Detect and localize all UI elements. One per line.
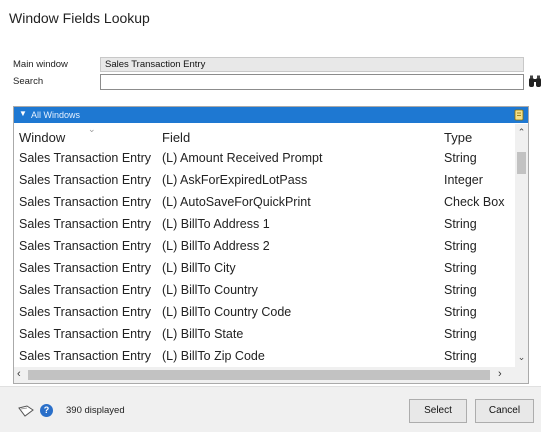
cell-type: Integer <box>444 173 483 187</box>
cell-field: (L) BillTo Zip Code <box>162 349 265 363</box>
cell-window: Sales Transaction Entry <box>19 261 152 275</box>
cell-type: String <box>444 305 477 319</box>
footer-divider <box>0 386 541 387</box>
horizontal-scrollbar[interactable]: ‹ › <box>14 367 528 383</box>
main-window-field: Sales Transaction Entry <box>100 57 524 72</box>
record-count: 390 displayed <box>66 405 125 416</box>
column-header-type[interactable]: Type <box>444 130 472 145</box>
cell-type: String <box>444 151 477 165</box>
table-row[interactable]: Sales Transaction Entry (L) BillTo Addre… <box>14 214 514 236</box>
table-row[interactable]: Sales Transaction Entry (L) BillTo Count… <box>14 302 514 324</box>
cell-window: Sales Transaction Entry <box>19 349 152 363</box>
cell-window: Sales Transaction Entry <box>19 151 152 165</box>
table-row[interactable]: Sales Transaction Entry (L) AskForExpire… <box>14 170 514 192</box>
grid-header: Window ⌄ Field Type <box>14 124 510 148</box>
cell-type: String <box>444 349 477 363</box>
cell-field: (L) AskForExpiredLotPass <box>162 173 308 187</box>
cell-field: (L) BillTo Country <box>162 283 258 297</box>
binoculars-icon[interactable] <box>528 75 541 88</box>
table-row[interactable]: Sales Transaction Entry (L) BillTo Count… <box>14 280 514 302</box>
table-row[interactable]: Sales Transaction Entry (L) Amount Recei… <box>14 148 514 170</box>
cell-field: (L) BillTo City <box>162 261 236 275</box>
scroll-left-icon[interactable]: ‹ <box>17 368 21 380</box>
cell-window: Sales Transaction Entry <box>19 195 152 209</box>
cell-type: Check Box <box>444 195 505 209</box>
table-row[interactable]: Sales Transaction Entry (L) BillTo State… <box>14 324 514 346</box>
cell-type: String <box>444 261 477 275</box>
select-button[interactable]: Select <box>409 399 467 423</box>
cell-window: Sales Transaction Entry <box>19 239 152 253</box>
main-window-label: Main window <box>13 59 68 70</box>
cell-field: (L) Amount Received Prompt <box>162 151 323 165</box>
group-label: All Windows <box>31 110 81 120</box>
help-icon[interactable]: ? <box>40 404 53 417</box>
main-window-row: Main window Sales Transaction Entry <box>13 57 528 73</box>
cell-field: (L) AutoSaveForQuickPrint <box>162 195 311 209</box>
collapse-arrow-icon[interactable]: ▼ <box>19 109 27 118</box>
cell-field: (L) BillTo Address 2 <box>162 239 270 253</box>
title-bar: Window Fields Lookup <box>0 0 541 36</box>
cell-type: String <box>444 239 477 253</box>
window-title: Window Fields Lookup <box>9 10 150 26</box>
table-row[interactable]: Sales Transaction Entry (L) AutoSaveForQ… <box>14 192 514 214</box>
cell-window: Sales Transaction Entry <box>19 173 152 187</box>
column-header-field[interactable]: Field <box>162 130 190 145</box>
table-row[interactable]: Sales Transaction Entry (L) BillTo Addre… <box>14 236 514 258</box>
grid-rows: Sales Transaction Entry (L) Amount Recei… <box>14 148 514 366</box>
cell-type: String <box>444 217 477 231</box>
vertical-scrollbar[interactable]: ⌃ ⌄ <box>515 124 528 368</box>
cell-type: String <box>444 327 477 341</box>
scroll-right-icon[interactable]: › <box>498 368 502 380</box>
cell-window: Sales Transaction Entry <box>19 283 152 297</box>
scroll-down-icon[interactable]: ⌄ <box>515 352 528 364</box>
cell-window: Sales Transaction Entry <box>19 327 152 341</box>
horizontal-scroll-thumb[interactable] <box>28 370 490 380</box>
scroll-up-icon[interactable]: ⌃ <box>515 127 528 139</box>
cancel-button[interactable]: Cancel <box>475 399 534 423</box>
cell-window: Sales Transaction Entry <box>19 217 152 231</box>
group-bar[interactable]: ▼ All Windows <box>14 107 528 123</box>
sort-indicator-icon: ⌄ <box>88 124 96 134</box>
cell-field: (L) BillTo Address 1 <box>162 217 270 231</box>
cell-type: String <box>444 283 477 297</box>
fields-grid: ▼ All Windows Window ⌄ Field Type Sales … <box>13 106 529 384</box>
column-header-window[interactable]: Window <box>19 130 65 145</box>
table-row[interactable]: Sales Transaction Entry (L) BillTo City … <box>14 258 514 280</box>
vertical-scroll-thumb[interactable] <box>517 152 526 174</box>
cell-window: Sales Transaction Entry <box>19 305 152 319</box>
table-row[interactable]: Sales Transaction Entry (L) BillTo Zip C… <box>14 346 514 366</box>
search-row: Search <box>13 74 541 90</box>
search-label: Search <box>13 76 44 87</box>
footer-bar: ? 390 displayed Select Cancel <box>0 386 541 432</box>
search-input[interactable] <box>100 74 524 90</box>
cell-field: (L) BillTo Country Code <box>162 305 292 319</box>
cell-field: (L) BillTo State <box>162 327 244 341</box>
note-icon[interactable] <box>18 405 34 417</box>
grid-options-icon[interactable] <box>514 109 524 121</box>
